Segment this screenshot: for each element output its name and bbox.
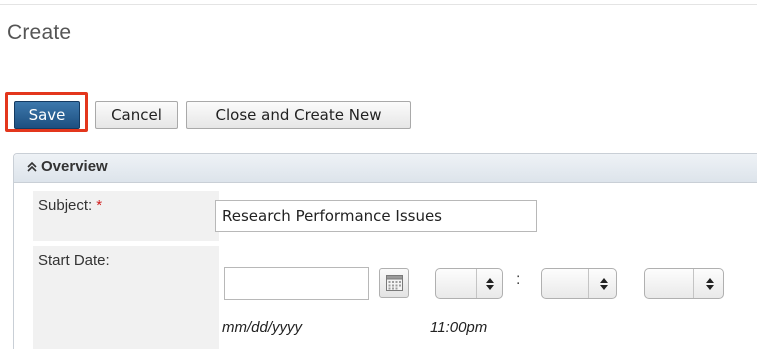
- updown-arrows-icon: [600, 278, 608, 290]
- calendar-icon: [386, 275, 403, 291]
- hour-select[interactable]: [435, 268, 503, 299]
- time-hint: 11:00pm: [430, 319, 488, 336]
- cancel-button[interactable]: Cancel: [95, 101, 178, 129]
- create-page: Create Save Cancel Close and Create New …: [0, 0, 757, 349]
- subject-label-cell: Subject: *: [33, 191, 219, 241]
- updown-arrows-icon: [486, 278, 494, 290]
- calendar-button[interactable]: [379, 268, 409, 298]
- overview-panel-title: Overview: [41, 158, 108, 175]
- select-divider: [588, 269, 589, 298]
- start-date-label: Start Date:: [38, 252, 110, 269]
- start-date-label-cell: Start Date:: [33, 246, 219, 349]
- start-date-input[interactable]: [224, 267, 369, 300]
- close-and-create-new-button[interactable]: Close and Create New: [186, 101, 411, 129]
- updown-arrows-icon: [706, 278, 714, 290]
- page-title: Create: [7, 21, 72, 44]
- chevron-double-up-icon[interactable]: [25, 160, 39, 174]
- subject-label: Subject:: [38, 197, 93, 214]
- minute-select[interactable]: [541, 268, 617, 299]
- overview-panel: Overview Subject:* Start Date:: [13, 153, 757, 349]
- top-divider: [0, 4, 757, 5]
- select-divider: [476, 269, 477, 298]
- overview-panel-header[interactable]: Overview: [14, 154, 757, 183]
- time-separator: :: [516, 271, 521, 288]
- date-format-hint: mm/dd/yyyy: [222, 319, 303, 336]
- meridiem-select[interactable]: [644, 268, 724, 299]
- subject-input[interactable]: [215, 200, 537, 232]
- required-marker: *: [96, 197, 103, 214]
- save-button[interactable]: Save: [14, 101, 80, 129]
- select-divider: [693, 269, 694, 298]
